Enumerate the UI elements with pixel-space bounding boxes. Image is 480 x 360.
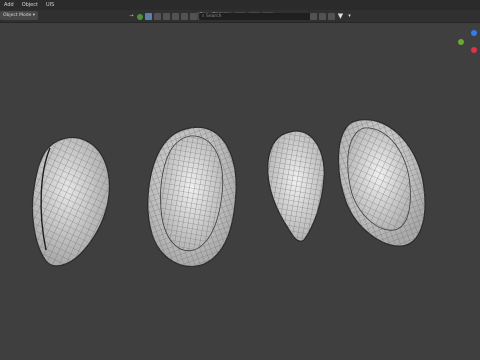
wireframe-mesh-4[interactable] — [337, 119, 426, 247]
xray-icon[interactable] — [190, 13, 197, 20]
chevron-down-icon: ▾ — [32, 13, 36, 18]
viewport-shading-render-icon[interactable] — [172, 13, 179, 20]
search-input[interactable]: ⌕ Search — [199, 13, 315, 20]
copy-icon[interactable] — [319, 13, 326, 20]
mode-dropdown[interactable]: Object Mode ▾ — [0, 11, 39, 20]
wireframe-mesh-3[interactable] — [267, 130, 325, 242]
search-placeholder: Search — [205, 14, 222, 19]
menu-add[interactable]: Add — [4, 0, 14, 10]
menu-object[interactable]: Object — [22, 0, 38, 10]
select-box-icon[interactable] — [145, 13, 152, 20]
viewport-shading-material-icon[interactable] — [163, 13, 170, 20]
filter-icon[interactable]: ▼ — [337, 13, 344, 20]
right-toolbar: ▼ ▾ — [310, 12, 353, 21]
overlay-icon[interactable] — [181, 13, 188, 20]
green-dot-icon[interactable] — [137, 13, 143, 20]
expand-arrow-icon[interactable]: → — [128, 13, 135, 20]
3d-viewport[interactable] — [0, 22, 480, 360]
top-menu-bar: Add Object UIS — [0, 0, 480, 10]
menu-uis[interactable]: UIS — [46, 0, 54, 10]
mode-label: Object Mode — [3, 13, 32, 18]
grid-icon[interactable] — [310, 13, 317, 20]
wireframe-mesh-1[interactable] — [31, 136, 110, 267]
wireframe-mesh-2[interactable] — [147, 126, 237, 268]
search-icon: ⌕ — [202, 14, 205, 19]
viewport-toolbar: → ⌕ Search — [128, 12, 315, 21]
chevron-down-icon[interactable]: ▾ — [346, 13, 353, 20]
viewport-shading-solid-icon[interactable] — [154, 13, 161, 20]
camera-icon[interactable] — [328, 13, 335, 20]
